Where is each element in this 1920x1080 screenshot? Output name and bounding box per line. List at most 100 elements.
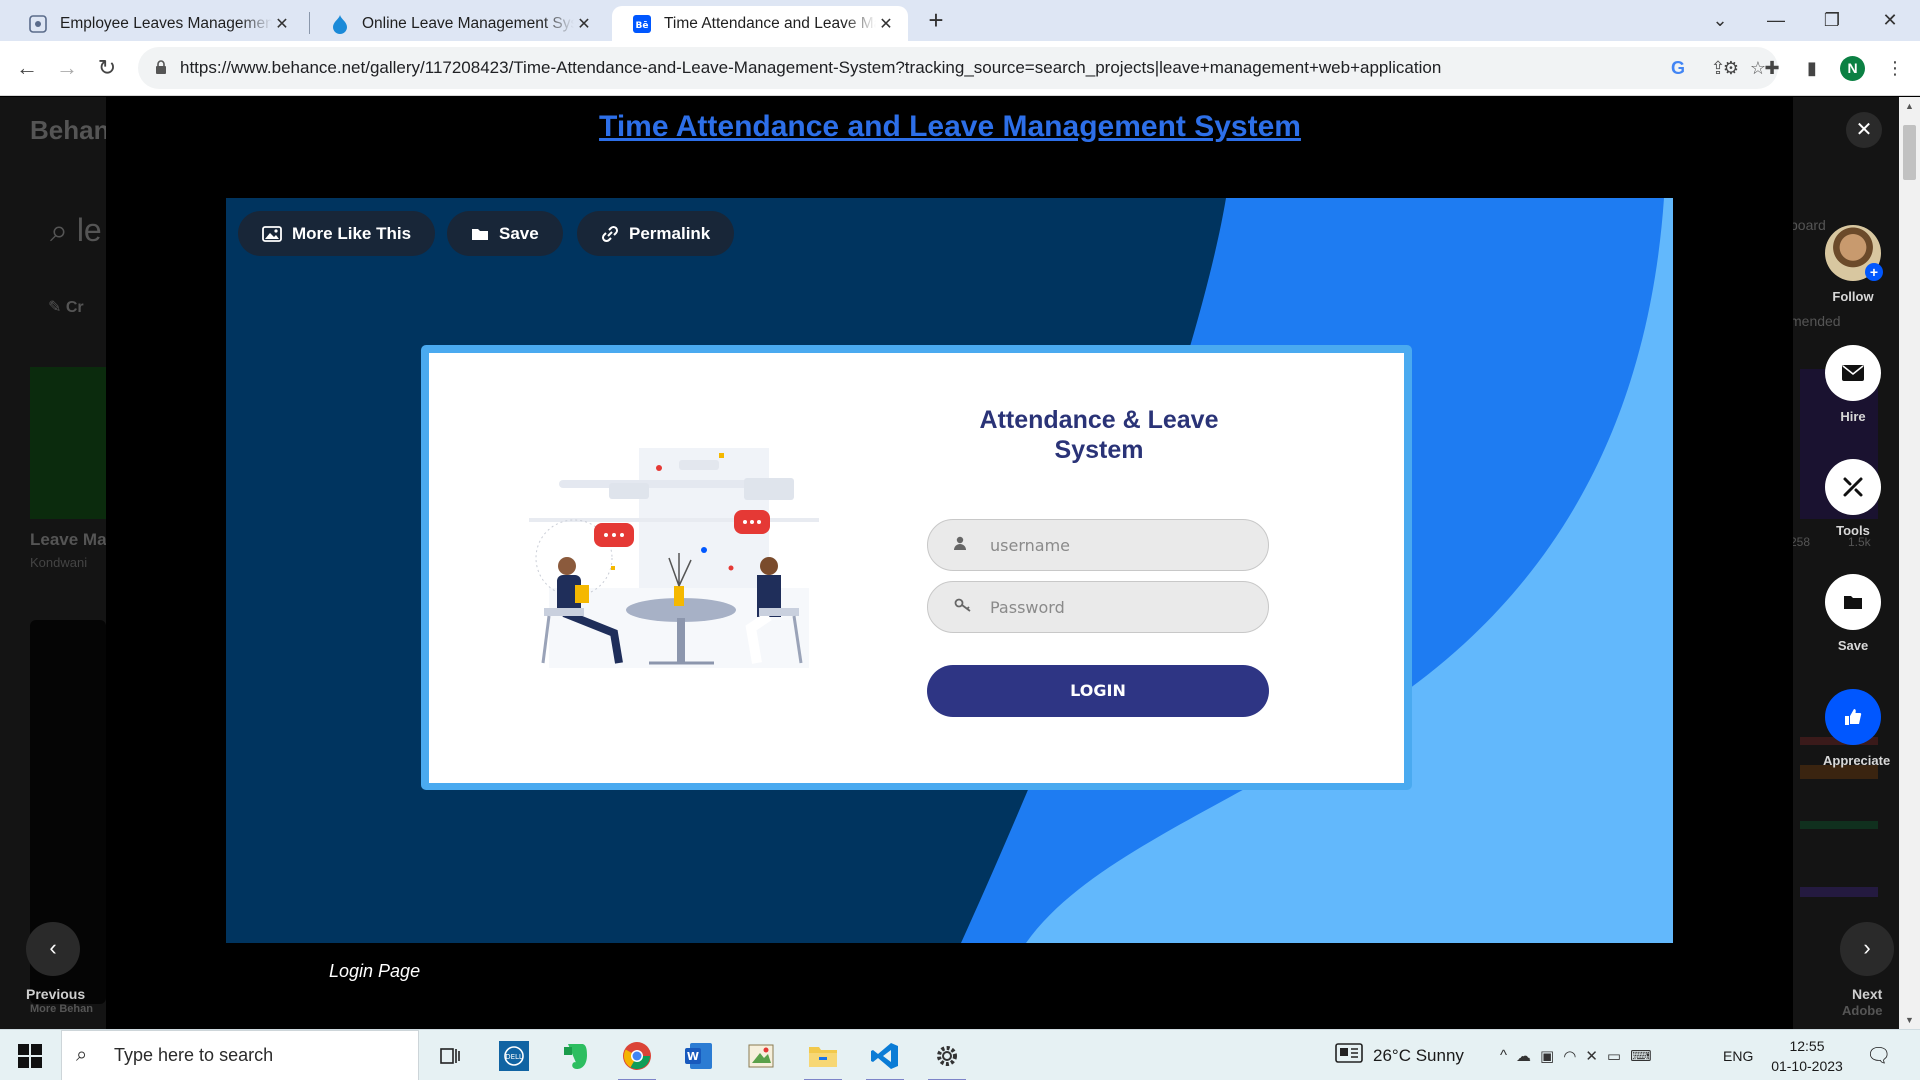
tab-title: Time Attendance and Leave Man — [664, 14, 876, 32]
folder-icon[interactable] — [1825, 574, 1881, 630]
next-label[interactable]: Next — [1852, 986, 1882, 1002]
behance-icon: Bē — [632, 14, 652, 34]
search-icon: ⌕ — [76, 1044, 88, 1066]
tools-label: Tools — [1836, 523, 1870, 538]
previous-arrow-icon[interactable]: ‹ — [26, 922, 80, 976]
scroll-up-icon[interactable]: ▲ — [1899, 101, 1920, 111]
username-field[interactable] — [927, 519, 1269, 571]
onedrive-icon[interactable]: ☁ — [1516, 1047, 1540, 1065]
appreciate-button[interactable]: Appreciate — [1823, 689, 1890, 768]
close-tab-icon[interactable]: ✕ — [876, 14, 896, 34]
permalink-button[interactable]: Permalink — [577, 211, 735, 256]
extension-bug-icon[interactable]: ⚙ — [1716, 53, 1746, 83]
browser-toolbar: ← → ↻ https://www.behance.net/gallery/11… — [0, 41, 1920, 96]
paint-icon[interactable] — [738, 1036, 784, 1076]
tools-button[interactable]: Tools — [1823, 459, 1883, 538]
address-bar[interactable]: https://www.behance.net/gallery/11720842… — [138, 47, 1778, 89]
tab-online-leave[interactable]: Online Leave Management Syste ✕ — [310, 6, 606, 41]
scroll-thumb[interactable] — [1903, 125, 1916, 180]
password-input[interactable] — [990, 597, 1230, 617]
username-input[interactable] — [990, 535, 1230, 555]
save-side-button[interactable]: Save — [1823, 574, 1883, 653]
tab-title: Employee Leaves Management S — [60, 14, 272, 32]
background-text: More Behan — [30, 1003, 93, 1015]
task-view-icon[interactable] — [428, 1036, 474, 1076]
background-strip — [1800, 821, 1878, 829]
file-explorer-icon[interactable] — [800, 1036, 846, 1080]
page-scrollbar[interactable]: ▲ ▼ — [1899, 97, 1920, 1029]
url-text[interactable]: https://www.behance.net/gallery/11720842… — [180, 58, 1658, 78]
close-modal-icon[interactable]: ✕ — [1846, 112, 1882, 148]
back-icon[interactable]: ← — [10, 51, 44, 85]
scroll-down-icon[interactable]: ▼ — [1899, 1015, 1920, 1025]
maximize-icon[interactable]: ❐ — [1804, 0, 1860, 41]
key-icon — [954, 598, 990, 616]
chrome-menu-icon[interactable]: ⋮ — [1880, 53, 1910, 83]
weather-widget[interactable]: 26°C Sunny — [1335, 1030, 1464, 1080]
language-indicator[interactable]: ENG — [1723, 1030, 1753, 1080]
settings-icon[interactable] — [924, 1036, 970, 1080]
close-tab-icon[interactable]: ✕ — [272, 14, 292, 34]
envelope-icon[interactable] — [1825, 345, 1881, 401]
display-icon[interactable]: ▣ — [1540, 1047, 1563, 1065]
tab-employee-leaves[interactable]: Employee Leaves Management S ✕ — [8, 6, 304, 41]
evernote-icon[interactable] — [553, 1036, 599, 1076]
volume-muted-icon[interactable]: ✕ — [1585, 1047, 1607, 1065]
system-tray-icons[interactable]: ^ ☁ ▣ ◠ ✕ ▭ ⌨ — [1500, 1030, 1661, 1080]
taskbar-search-input[interactable] — [114, 1045, 414, 1066]
app-title-line-1: Attendance & Leave — [979, 406, 1219, 434]
follow-button[interactable]: + Follow — [1823, 225, 1883, 304]
app-title-line-2: System — [1054, 436, 1144, 464]
thumbs-up-icon[interactable] — [1825, 689, 1881, 745]
word-icon[interactable]: W — [676, 1036, 722, 1076]
background-stat: 258 — [1790, 535, 1811, 549]
forward-icon[interactable]: → — [50, 51, 84, 85]
taskbar-search[interactable]: ⌕ — [61, 1030, 419, 1080]
minimize-icon[interactable]: — — [1748, 0, 1804, 41]
windows-taskbar: ⌕ DELL W 26°C Sunny ^ ☁ ▣ — [0, 1029, 1920, 1080]
hire-label: Hire — [1840, 409, 1866, 424]
project-image: More Like This Save Permalink Attendance… — [226, 198, 1673, 943]
chrome-icon[interactable] — [614, 1036, 660, 1080]
battery-icon[interactable]: ▭ — [1607, 1047, 1630, 1065]
save-side-label: Save — [1837, 638, 1869, 653]
google-icon[interactable]: G — [1658, 58, 1698, 79]
close-tab-icon[interactable]: ✕ — [574, 14, 594, 34]
notifications-icon[interactable]: 🗨 — [1866, 1030, 1891, 1080]
tools-icon[interactable] — [1825, 459, 1881, 515]
lock-icon[interactable] — [152, 59, 170, 77]
background-card-title: Leave Ma — [30, 530, 107, 549]
reload-icon[interactable]: ↻ — [90, 51, 124, 85]
chevron-up-icon[interactable]: ^ — [1500, 1047, 1516, 1064]
tab-search-icon[interactable]: ⌄ — [1692, 0, 1748, 41]
drupal-icon — [330, 14, 350, 34]
owner-avatar[interactable]: + — [1825, 225, 1883, 281]
windows-start-icon[interactable] — [10, 1040, 50, 1072]
side-panel-icon[interactable]: ▮ — [1797, 53, 1827, 83]
previous-label[interactable]: Previous — [26, 986, 85, 1002]
vscode-icon[interactable] — [862, 1036, 908, 1080]
tab-behance-project[interactable]: Bē Time Attendance and Leave Man ✕ — [612, 6, 908, 41]
keyboard-icon[interactable]: ⌨ — [1630, 1047, 1661, 1065]
app-title: Attendance & Leave System — [949, 405, 1249, 465]
more-like-this-label: More Like This — [292, 223, 412, 243]
image-caption: Login Page — [329, 961, 421, 981]
taskbar-clock[interactable]: 12:55 01-10-2023 — [1762, 1036, 1852, 1076]
next-arrow-icon[interactable]: › — [1840, 922, 1894, 976]
login-button[interactable]: LOGIN — [927, 665, 1269, 717]
wifi-icon[interactable]: ◠ — [1563, 1047, 1585, 1065]
hire-button[interactable]: Hire — [1823, 345, 1883, 424]
meeting-illustration — [529, 448, 819, 668]
extensions-puzzle-icon[interactable]: ✚ — [1757, 53, 1787, 83]
project-title-link[interactable]: Time Attendance and Leave Management Sys… — [599, 110, 1301, 143]
more-like-this-button[interactable]: More Like This — [238, 211, 436, 256]
folder-icon — [471, 227, 489, 241]
close-window-icon[interactable]: ✕ — [1862, 0, 1918, 41]
profile-avatar[interactable]: N — [1840, 56, 1865, 81]
password-field[interactable] — [927, 581, 1269, 633]
leaves-app-icon — [28, 14, 48, 34]
save-pill-button[interactable]: Save — [447, 211, 563, 256]
dell-icon[interactable]: DELL — [491, 1036, 537, 1076]
follow-label: Follow — [1832, 289, 1874, 304]
new-tab-button[interactable]: + — [921, 6, 951, 36]
